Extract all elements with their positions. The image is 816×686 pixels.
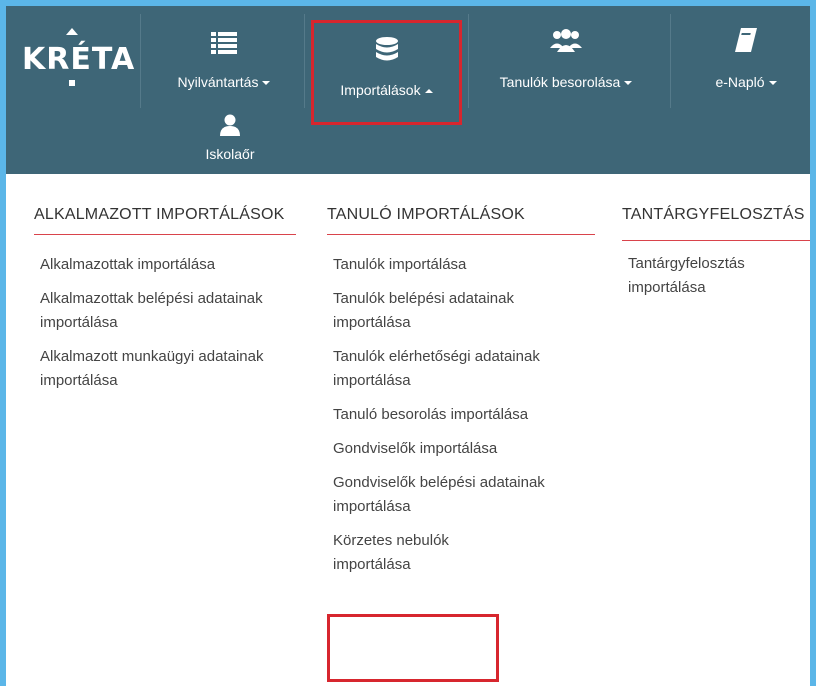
- database-icon: [314, 37, 459, 65]
- menu-item-tanulok-elerhetosegi[interactable]: Tanulók elérhetőségi adatainak importálá…: [333, 345, 595, 393]
- menu-item-alkalmazott-munkaugyi[interactable]: Alkalmazott munkaügyi adatainak importál…: [40, 345, 296, 393]
- menu-column-alkalmazott: ALKALMAZOTT IMPORTÁLÁSOK Alkalmazottak i…: [34, 206, 296, 403]
- caret-down-icon: [624, 81, 633, 86]
- menu-item-tanulok-importalasa[interactable]: Tanulók importálása: [333, 253, 595, 277]
- column-heading: ALKALMAZOTT IMPORTÁLÁSOK: [34, 206, 296, 235]
- nav-label-iskolaor: Iskolaőr: [205, 146, 255, 162]
- caret-up-icon: [424, 89, 433, 94]
- column-heading-underline: [622, 240, 810, 241]
- nav-item-importalasok[interactable]: Importálások: [311, 20, 462, 125]
- nav-divider: [468, 14, 469, 108]
- kreta-logo[interactable]: KRÉTA: [22, 28, 136, 86]
- highlight-box: [327, 614, 499, 682]
- user-icon: [170, 114, 290, 136]
- top-navbar: KRÉTA Nyilvántartás Importálások Tanulók…: [6, 6, 810, 174]
- menu-item-gondviselok-importalasa[interactable]: Gondviselők importálása: [333, 437, 595, 461]
- users-icon: [476, 20, 656, 54]
- menu-item-tanulok-belepesi[interactable]: Tanulók belépési adatainak importálása: [333, 287, 595, 335]
- nav-divider: [304, 14, 305, 108]
- caret-down-icon: [262, 81, 271, 86]
- list-icon: [154, 20, 294, 54]
- menu-column-tanulo: TANULÓ IMPORTÁLÁSOK Tanulók importálása …: [327, 206, 595, 587]
- column-heading: TANTÁRGYFELOSZTÁS: [622, 206, 805, 223]
- logo-dot: [69, 80, 75, 86]
- nav-label-nyilvantartas: Nyilvántartás: [177, 74, 259, 90]
- menu-column-tantargyfelosztas: TANTÁRGYFELOSZTÁS Tantárgyfelosztás impo…: [622, 206, 810, 310]
- nav-divider: [140, 14, 141, 108]
- nav-label-importalasok: Importálások: [340, 82, 421, 98]
- nav-label-enaplo: e-Napló: [715, 74, 765, 90]
- nav-item-tanulok-besorolasa[interactable]: Tanulók besorolása: [476, 20, 656, 110]
- nav-item-enaplo[interactable]: e-Napló: [686, 20, 806, 110]
- logo-accent: [66, 28, 78, 35]
- logo-text: KRÉTA: [22, 42, 136, 77]
- menu-item-korzetes-nebulok[interactable]: Körzetes nebulók importálása: [333, 529, 483, 577]
- menu-item-alkalmazottak-belepesi[interactable]: Alkalmazottak belépési adatainak importá…: [40, 287, 296, 335]
- menu-item-alkalmazottak-importalasa[interactable]: Alkalmazottak importálása: [40, 253, 296, 277]
- menu-item-gondviselok-belepesi[interactable]: Gondviselők belépési adatainak importálá…: [333, 471, 595, 519]
- nav-item-nyilvantartas[interactable]: Nyilvántartás: [154, 20, 294, 110]
- nav-divider: [670, 14, 671, 108]
- caret-down-icon: [768, 81, 777, 86]
- menu-item-tanulo-besorolas[interactable]: Tanuló besorolás importálása: [333, 403, 595, 427]
- column-heading: TANULÓ IMPORTÁLÁSOK: [327, 206, 595, 235]
- nav-item-iskolaor[interactable]: Iskolaőr: [170, 114, 290, 162]
- book-icon: [686, 20, 806, 54]
- nav-label-tanulok-besorolasa: Tanulók besorolása: [499, 74, 621, 90]
- menu-item-tantargyfelosztas-importalasa[interactable]: Tantárgyfelosztás importálása: [628, 252, 810, 300]
